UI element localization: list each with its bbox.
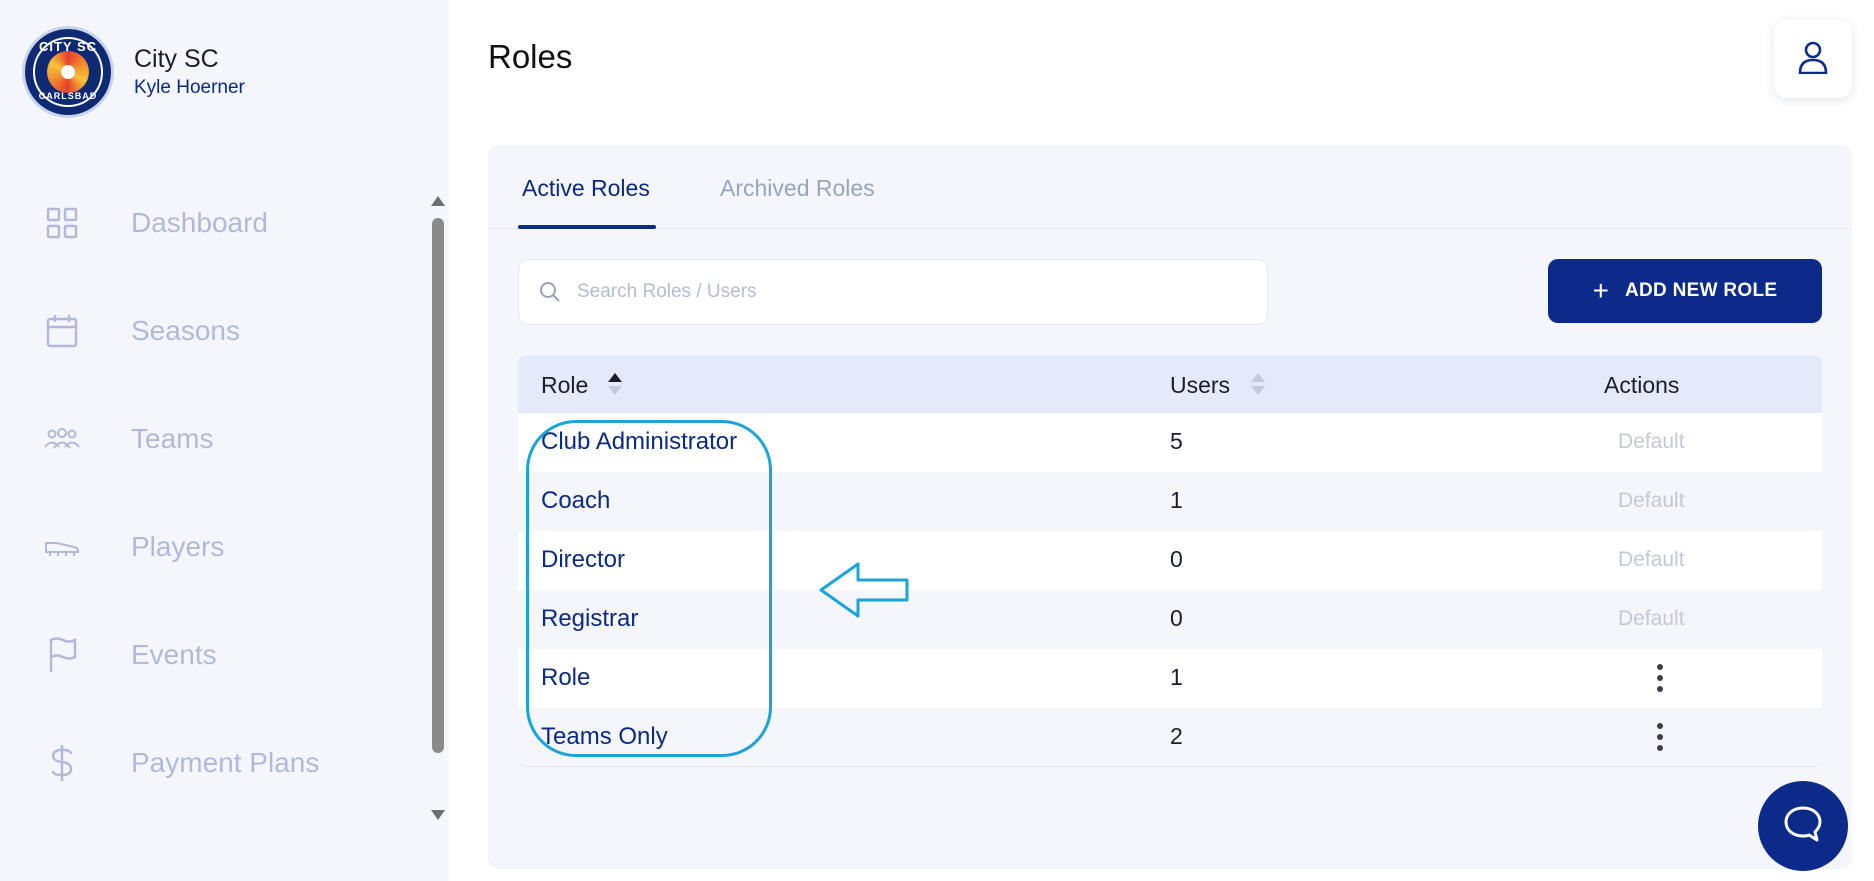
column-header-users[interactable]: Users (1170, 372, 1230, 399)
calendar-icon (44, 313, 80, 349)
sidebar-item-events[interactable]: Events (0, 625, 420, 685)
role-name-link[interactable]: Director (541, 546, 625, 574)
default-label: Default (1618, 607, 1685, 630)
cleat-icon (44, 529, 80, 565)
role-user-count: 0 (1170, 605, 1183, 631)
search-box[interactable] (518, 259, 1268, 325)
grid-icon (44, 205, 80, 241)
sidebar-item-label: Players (131, 531, 225, 562)
club-name: City SC (134, 45, 219, 73)
sidebar-item-label: Dashboard (131, 207, 268, 238)
logo-top-text: CITY SC (38, 39, 98, 54)
search-input[interactable] (577, 260, 1237, 324)
role-name-link[interactable]: Registrar (541, 605, 638, 633)
tab-archived-roles[interactable]: Archived Roles (720, 175, 875, 202)
logo-bottom-text: CARLSBAD (38, 91, 98, 101)
dollar-icon (44, 745, 80, 781)
table-row: Club Administrator 5 Default (518, 413, 1822, 472)
role-name-link[interactable]: Coach (541, 487, 610, 515)
people-icon (44, 421, 80, 457)
table-header: Role Users Actions (518, 355, 1822, 413)
scroll-down-arrow-icon[interactable] (431, 810, 445, 820)
role-user-count: 0 (1170, 546, 1183, 572)
default-label: Default (1618, 548, 1685, 571)
add-new-role-button[interactable]: + ADD NEW ROLE (1548, 259, 1822, 323)
table-row: Registrar 0 Default (518, 590, 1822, 649)
default-label: Default (1618, 430, 1685, 453)
user-name: Kyle Hoerner (134, 77, 245, 98)
flag-icon (44, 637, 80, 673)
role-name-link[interactable]: Club Administrator (541, 428, 737, 456)
scroll-up-arrow-icon[interactable] (431, 196, 445, 206)
chat-support-button[interactable] (1758, 781, 1848, 871)
plus-icon: + (1592, 275, 1609, 306)
search-icon (539, 281, 561, 308)
table-row: Role 1 (518, 649, 1822, 708)
sidebar-item-seasons[interactable]: Seasons (0, 301, 420, 361)
add-new-role-label: ADD NEW ROLE (1624, 280, 1778, 301)
sort-users-icon[interactable] (1251, 373, 1265, 397)
sidebar-item-label: Events (131, 639, 217, 670)
active-tab-indicator (518, 225, 656, 229)
table-row: Coach 1 Default (518, 472, 1822, 531)
more-actions-icon[interactable] (1650, 664, 1670, 694)
more-actions-icon[interactable] (1650, 723, 1670, 753)
default-label: Default (1618, 489, 1685, 512)
column-header-actions: Actions (1604, 372, 1680, 398)
sidebar-item-label: Teams (131, 423, 214, 454)
table-row: Teams Only 2 (518, 708, 1822, 767)
role-name-link[interactable]: Role (541, 664, 590, 692)
role-name-link[interactable]: Teams Only (541, 723, 668, 751)
role-user-count: 1 (1170, 664, 1183, 690)
chat-bubble-icon (1783, 805, 1823, 848)
sidebar-item-teams[interactable]: Teams (0, 409, 420, 469)
roles-card: Active Roles Archived Roles + ADD NEW RO… (488, 145, 1852, 869)
sidebar-item-players[interactable]: Players (0, 517, 420, 577)
table-row: Director 0 Default (518, 531, 1822, 590)
sidebar-item-dashboard[interactable]: Dashboard (0, 193, 420, 253)
roles-tabs: Active Roles Archived Roles (488, 145, 1852, 229)
page-title: Roles (488, 38, 573, 75)
sort-role-icon[interactable] (608, 373, 622, 397)
sidebar-item-label: Seasons (131, 315, 240, 346)
role-user-count: 1 (1170, 487, 1183, 513)
brand: CITY SC CARLSBAD City SC Kyle Hoerner (22, 26, 245, 118)
club-logo: CITY SC CARLSBAD (22, 26, 114, 118)
sidebar: CITY SC CARLSBAD City SC Kyle Hoerner Da… (0, 0, 449, 881)
tab-active-roles[interactable]: Active Roles (522, 175, 650, 202)
role-user-count: 5 (1170, 428, 1183, 454)
sidebar-scrollbar[interactable] (425, 188, 449, 828)
user-icon (1798, 40, 1828, 79)
profile-button[interactable] (1774, 20, 1852, 98)
sidebar-item-payment-plans[interactable]: Payment Plans (0, 733, 420, 793)
sidebar-item-label: Payment Plans (131, 747, 320, 778)
role-user-count: 2 (1170, 723, 1183, 749)
column-header-role[interactable]: Role (541, 372, 588, 399)
scroll-thumb[interactable] (432, 218, 444, 753)
